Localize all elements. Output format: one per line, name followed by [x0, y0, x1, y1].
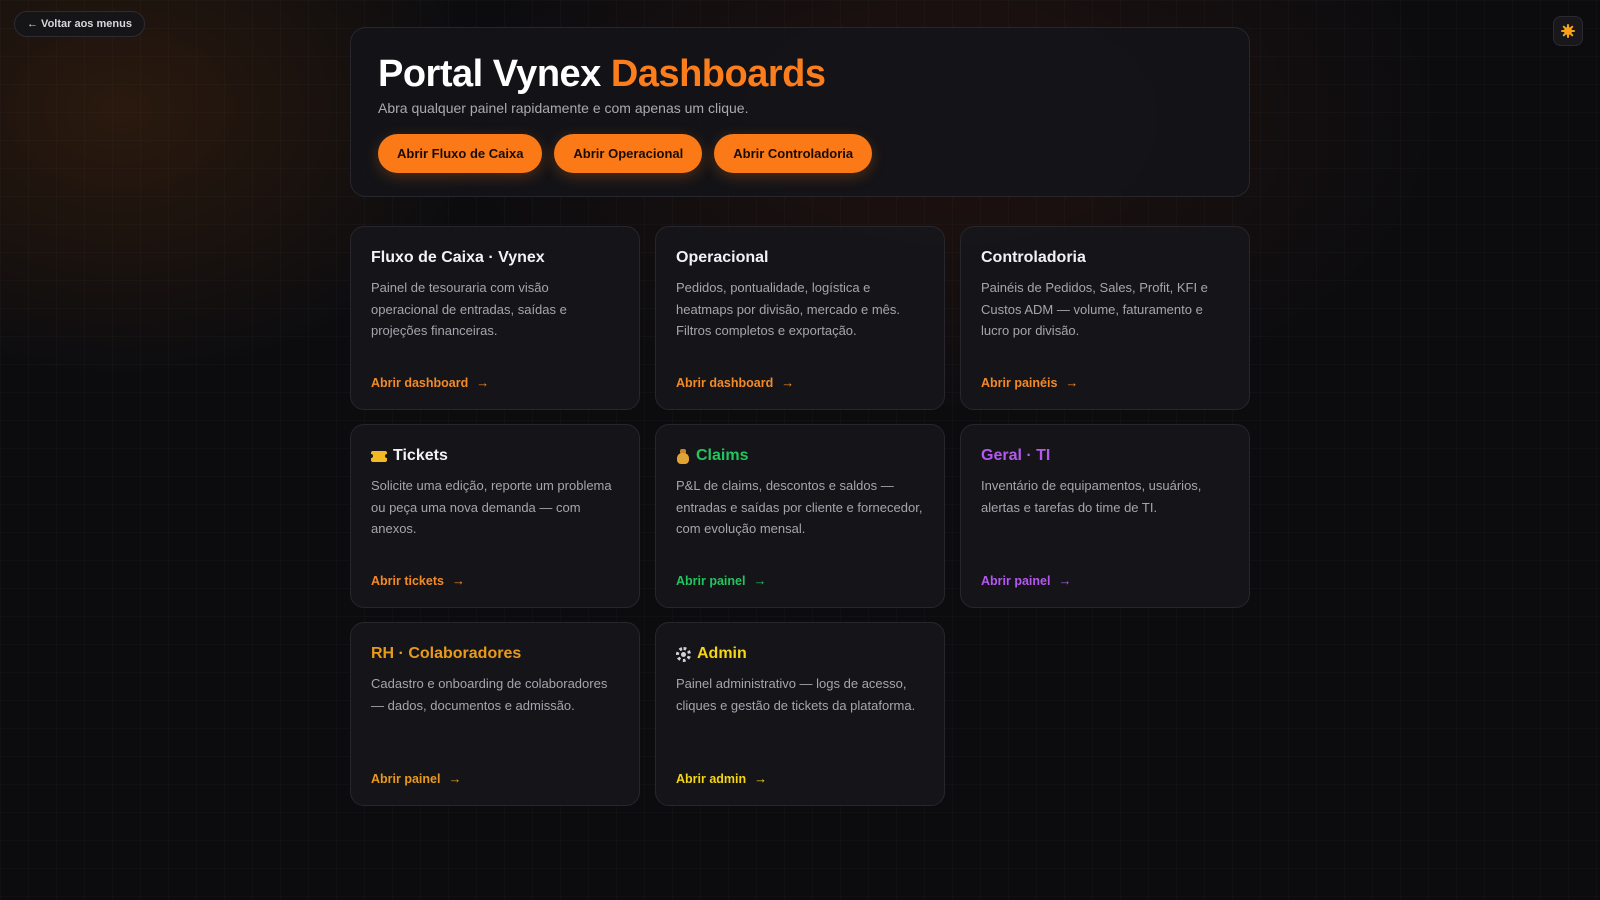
gear-icon [676, 646, 691, 662]
theme-toggle-button[interactable] [1553, 16, 1583, 46]
card-description: Inventário de equipamentos, usuários, al… [981, 478, 1202, 515]
card-operacional[interactable]: Operacional Pedidos, pontualidade, logís… [655, 226, 945, 410]
page-title-main: Portal Vynex [378, 53, 601, 95]
open-fluxo-caixa-link[interactable]: Abrir dashboard → [371, 375, 489, 390]
card-claims[interactable]: Claims P&L de claims, descontos e saldos… [655, 424, 945, 608]
card-description: Solicite uma edição, reporte um problema… [371, 478, 612, 536]
card-link-label: Abrir tickets [371, 573, 444, 588]
open-operacional-button[interactable]: Abrir Operacional [554, 134, 703, 173]
card-link-label: Abrir painel [676, 573, 746, 588]
card-link-label: Abrir dashboard [676, 375, 774, 390]
card-title: Admin [676, 643, 924, 665]
arrow-right-icon: → [476, 375, 490, 390]
open-controladoria-button[interactable]: Abrir Controladoria [714, 134, 873, 173]
card-title-text: Tickets [393, 447, 448, 464]
card-description: Painel administrativo — logs de acesso, … [676, 676, 916, 713]
card-title: Geral · TI [981, 445, 1229, 467]
card-title-text: Controladoria [981, 249, 1086, 266]
open-geral-ti-link[interactable]: Abrir painel → [981, 573, 1071, 588]
open-tickets-link[interactable]: Abrir tickets → [371, 573, 465, 588]
card-title: Tickets [369, 445, 619, 467]
card-description: P&L de claims, descontos e saldos — entr… [676, 478, 923, 536]
open-controladoria-link[interactable]: Abrir painéis → [981, 375, 1078, 390]
card-title: Operacional [676, 247, 924, 269]
quick-actions: Abrir Fluxo de Caixa Abrir Operacional A… [378, 134, 1222, 173]
card-title-text: Fluxo de Caixa · Vynex [371, 249, 545, 266]
card-title: Fluxo de Caixa · Vynex [371, 247, 619, 269]
page-title: Portal Vynex Dashboards [378, 52, 1222, 96]
card-tickets[interactable]: Tickets Solicite uma edição, reporte um … [350, 424, 640, 608]
card-title-text: Operacional [676, 249, 769, 266]
card-title-text: Claims [696, 447, 749, 464]
page-title-accent: Dashboards [610, 53, 826, 95]
arrow-right-icon: → [1065, 375, 1079, 390]
card-description: Pedidos, pontualidade, logística e heatm… [676, 280, 900, 338]
card-title: Claims [676, 445, 924, 467]
card-link-label: Abrir painéis [981, 375, 1058, 390]
ticket-icon [369, 450, 389, 462]
arrow-right-icon: → [754, 771, 768, 786]
arrow-right-icon: → [451, 573, 465, 588]
card-title-text: Geral · TI [981, 447, 1051, 464]
card-link-label: Abrir painel [981, 573, 1051, 588]
card-description: Painel de tesouraria com visão operacion… [371, 280, 567, 338]
hero-panel: Portal Vynex Dashboards Abra qualquer pa… [350, 27, 1250, 197]
card-admin[interactable]: Admin Painel administrativo — logs de ac… [655, 622, 945, 806]
money-bag-icon [676, 448, 690, 464]
open-rh-link[interactable]: Abrir painel → [371, 771, 461, 786]
card-controladoria[interactable]: Controladoria Painéis de Pedidos, Sales,… [960, 226, 1250, 410]
sun-icon [1561, 24, 1575, 38]
card-description: Painéis de Pedidos, Sales, Profit, KFI e… [981, 280, 1208, 338]
card-title: Controladoria [981, 247, 1229, 269]
arrow-right-icon: → [781, 375, 795, 390]
card-link-label: Abrir admin [676, 771, 747, 786]
card-geral-ti[interactable]: Geral · TI Inventário de equipamentos, u… [960, 424, 1250, 608]
open-admin-link[interactable]: Abrir admin → [676, 771, 767, 786]
card-rh-colaboradores[interactable]: RH · Colaboradores Cadastro e onboarding… [350, 622, 640, 806]
card-link-label: Abrir dashboard [371, 375, 469, 390]
arrow-right-icon: → [448, 771, 462, 786]
open-claims-link[interactable]: Abrir painel → [676, 573, 766, 588]
card-fluxo-caixa[interactable]: Fluxo de Caixa · Vynex Painel de tesoura… [350, 226, 640, 410]
card-link-label: Abrir painel [371, 771, 441, 786]
arrow-right-icon: → [1058, 573, 1072, 588]
card-title-text: RH · Colaboradores [371, 645, 522, 662]
arrow-right-icon: → [753, 573, 767, 588]
open-fluxo-caixa-button[interactable]: Abrir Fluxo de Caixa [378, 134, 543, 173]
page-subtitle: Abra qualquer painel rapidamente e com a… [378, 100, 749, 116]
card-description: Cadastro e onboarding de colaboradores —… [371, 676, 608, 713]
open-operacional-link[interactable]: Abrir dashboard → [676, 375, 794, 390]
dashboard-grid: Fluxo de Caixa · Vynex Painel de tesoura… [350, 226, 1250, 806]
card-title-text: Admin [697, 645, 747, 662]
back-to-menus-button[interactable]: ← Voltar aos menus [14, 11, 145, 37]
card-title: RH · Colaboradores [371, 643, 619, 665]
